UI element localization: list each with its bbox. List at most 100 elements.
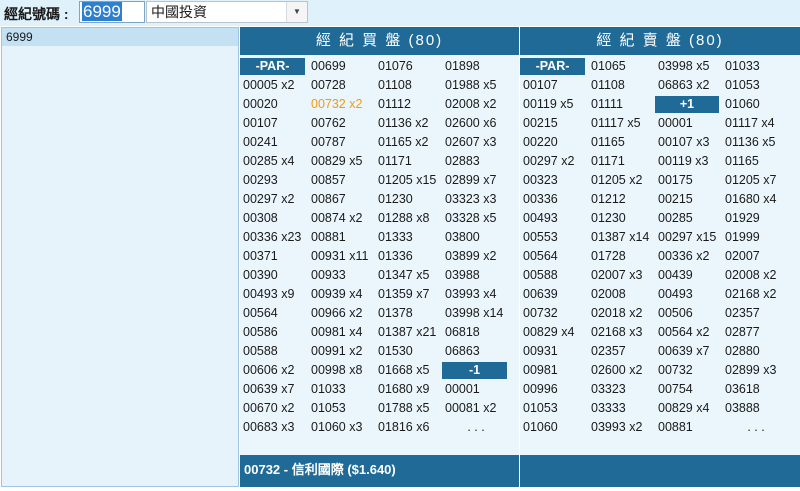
buy-stock-cell[interactable]: 00966 x2 [308,304,375,323]
sell-stock-cell[interactable]: 01053 [722,76,790,95]
sell-stock-cell[interactable]: 01728 [588,247,655,266]
buy-stock-cell[interactable]: 00728 [308,76,375,95]
buy-stock-cell[interactable]: 01053 [308,399,375,418]
sell-stock-cell[interactable]: 01205 x7 [722,171,790,190]
buy-stock-cell[interactable]: 01033 [308,380,375,399]
buy-stock-cell[interactable]: 01359 x7 [375,285,442,304]
buy-stock-cell[interactable]: 01347 x5 [375,266,442,285]
sell-stock-cell[interactable]: 01205 x2 [588,171,655,190]
sell-stock-cell[interactable]: 00439 [655,266,722,285]
sell-stock-cell[interactable]: 01117 x4 [722,114,790,133]
sell-stock-cell[interactable]: 01111 [588,95,655,114]
buy-stock-cell[interactable]: 00639 x7 [240,380,308,399]
buy-stock-cell[interactable]: 01680 x9 [375,380,442,399]
sell-stock-cell[interactable]: 02877 [722,323,790,342]
buy-stock-cell[interactable]: 01788 x5 [375,399,442,418]
sell-stock-cell[interactable]: 00754 [655,380,722,399]
buy-stock-cell[interactable]: 06818 [442,323,510,342]
buy-stock-cell[interactable]: 01108 [375,76,442,95]
buy-stock-cell[interactable]: 00107 [240,114,308,133]
sell-stock-cell[interactable]: 01171 [588,152,655,171]
buy-stock-cell[interactable]: 00297 x2 [240,190,308,209]
buy-stock-cell[interactable]: 01336 [375,247,442,266]
buy-stock-cell[interactable]: 00699 [308,57,375,76]
broker-code-input[interactable]: 6999 [79,1,145,23]
sell-stock-cell[interactable]: 00297 x15 [655,228,722,247]
sell-stock-cell[interactable]: 00175 [655,171,722,190]
sell-stock-cell[interactable]: 01230 [588,209,655,228]
sell-stock-cell[interactable]: 00323 [520,171,588,190]
buy-stock-cell[interactable]: 01333 [375,228,442,247]
buy-stock-cell[interactable]: 00336 x23 [240,228,308,247]
buy-stock-cell[interactable]: 00285 x4 [240,152,308,171]
sell-stock-cell[interactable]: 02168 x2 [722,285,790,304]
buy-stock-cell[interactable]: 00762 [308,114,375,133]
buy-stock-cell[interactable]: 01378 [375,304,442,323]
buy-stock-cell[interactable]: 00588 [240,342,308,361]
sell-stock-cell[interactable]: 01999 [722,228,790,247]
sell-stock-cell[interactable]: 00107 [520,76,588,95]
sell-more-indicator[interactable]: . . . [722,418,790,437]
sell-stock-cell[interactable]: 02007 [722,247,790,266]
buy-stock-cell[interactable]: 01076 [375,57,442,76]
buy-stock-cell[interactable]: 01816 x6 [375,418,442,437]
buy-stock-cell[interactable]: 00606 x2 [240,361,308,380]
buy-stock-cell[interactable]: 00005 x2 [240,76,308,95]
sell-stock-cell[interactable]: 00119 x3 [655,152,722,171]
sell-stock-cell[interactable]: 00215 [655,190,722,209]
sell-stock-cell[interactable]: 00493 [520,209,588,228]
sell-stock-cell[interactable]: 02880 [722,342,790,361]
buy-stock-cell[interactable]: 01205 x15 [375,171,442,190]
buy-stock-cell[interactable]: 02607 x3 [442,133,510,152]
broker-select[interactable]: 中國投資 ▼ [146,1,308,23]
sell-stock-cell[interactable]: 02899 x3 [722,361,790,380]
buy-stock-cell[interactable]: 00829 x5 [308,152,375,171]
buy-stock-cell[interactable]: 01230 [375,190,442,209]
sell-stock-cell[interactable]: 00931 [520,342,588,361]
sell-stock-cell[interactable]: 02357 [588,342,655,361]
buy-stock-cell[interactable]: 00981 x4 [308,323,375,342]
buy-stock-cell[interactable]: 03998 x14 [442,304,510,323]
sell-stock-cell[interactable]: 02007 x3 [588,266,655,285]
sell-stock-cell[interactable]: 01165 [722,152,790,171]
sell-stock-cell[interactable]: 00119 x5 [520,95,588,114]
sell-stock-cell[interactable]: 01929 [722,209,790,228]
sell-stock-cell[interactable]: 01060 [722,95,790,114]
broker-list-item[interactable]: 6999 [2,28,238,46]
buy-stock-cell[interactable]: 00991 x2 [308,342,375,361]
sell-stock-cell[interactable]: 00639 [520,285,588,304]
sell-stock-cell[interactable]: 03998 x5 [655,57,722,76]
buy-stock-cell[interactable]: 00493 x9 [240,285,308,304]
sell-stock-cell[interactable]: 00493 [655,285,722,304]
buy-stock-cell[interactable]: 00670 x2 [240,399,308,418]
sell-stock-cell[interactable]: 00996 [520,380,588,399]
buy-stock-cell[interactable]: 01112 [375,95,442,114]
buy-stock-cell[interactable]: 00939 x4 [308,285,375,304]
sell-stock-cell[interactable]: 03888 [722,399,790,418]
buy-stock-cell[interactable]: 00020 [240,95,308,114]
buy-stock-cell[interactable]: 00586 [240,323,308,342]
buy-stock-cell[interactable]: 06863 [442,342,510,361]
sell-stock-cell[interactable]: 02018 x2 [588,304,655,323]
sell-stock-cell[interactable]: 00564 x2 [655,323,722,342]
sell-stock-cell[interactable]: 01212 [588,190,655,209]
sell-stock-cell[interactable]: 03333 [588,399,655,418]
buy-stock-cell[interactable]: 00931 x11 [308,247,375,266]
buy-stock-cell[interactable]: 03328 x5 [442,209,510,228]
buy-stock-cell[interactable]: 00998 x8 [308,361,375,380]
sell-stock-cell[interactable]: 01033 [722,57,790,76]
sell-stock-cell[interactable]: 00829 x4 [655,399,722,418]
sell-stock-cell[interactable]: 02600 x2 [588,361,655,380]
buy-stock-cell[interactable]: 01136 x2 [375,114,442,133]
sell-stock-cell[interactable]: 00732 [655,361,722,380]
buy-stock-cell[interactable]: 02899 x7 [442,171,510,190]
chevron-down-icon[interactable]: ▼ [286,2,307,22]
sell-stock-cell[interactable]: 00336 x2 [655,247,722,266]
buy-more-indicator[interactable]: . . . [442,418,510,437]
sell-stock-cell[interactable]: 02008 x2 [722,266,790,285]
buy-stock-cell[interactable]: 00371 [240,247,308,266]
buy-stock-cell[interactable]: 02008 x2 [442,95,510,114]
sell-stock-cell[interactable]: 01165 [588,133,655,152]
sell-stock-cell[interactable]: 00981 [520,361,588,380]
sell-stock-cell[interactable]: 00564 [520,247,588,266]
